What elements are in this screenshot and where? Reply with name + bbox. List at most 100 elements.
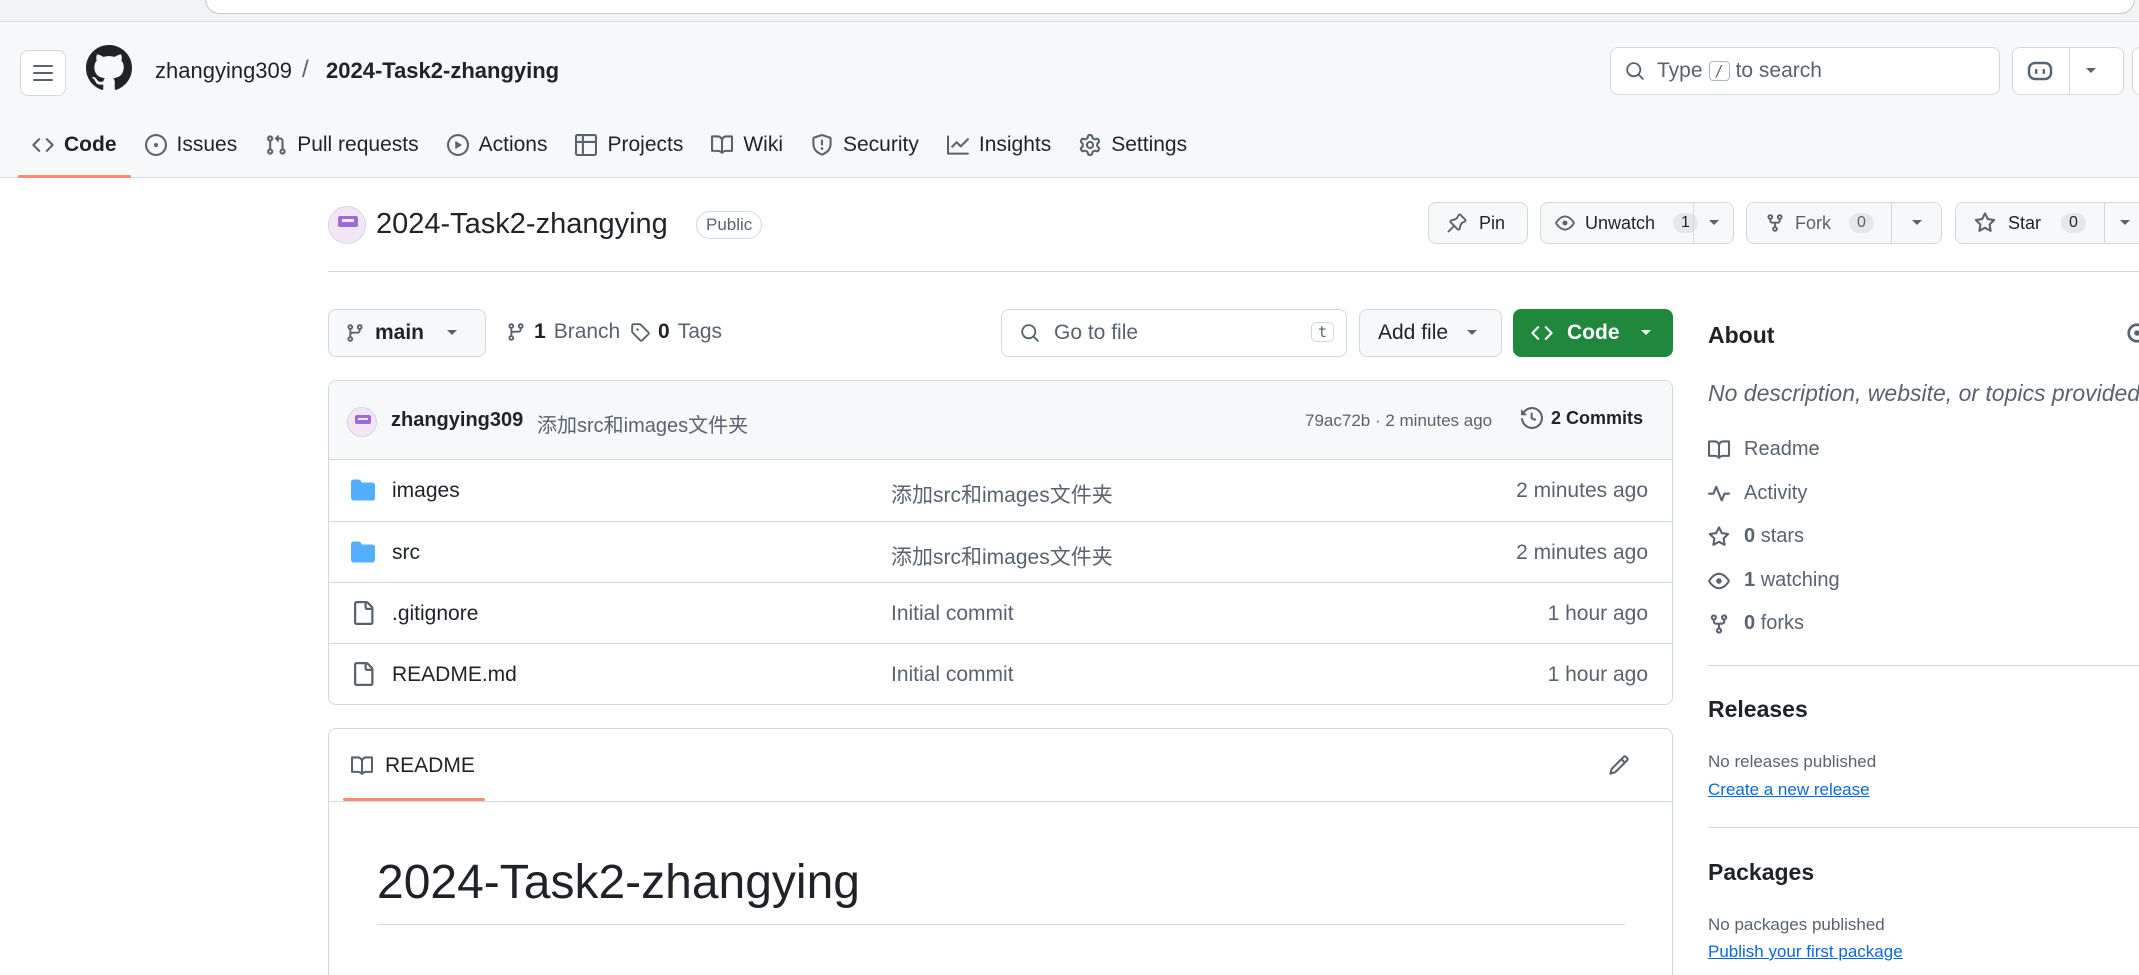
file-name[interactable]: .gitignore — [392, 602, 478, 626]
commit-message[interactable]: 添加src和images文件夹 — [537, 409, 748, 438]
file-row[interactable]: images 添加src和images文件夹 2 minutes ago — [329, 460, 1672, 521]
menu-button[interactable] — [20, 50, 66, 96]
tab-wiki[interactable]: Wiki — [697, 122, 797, 168]
tab-security[interactable]: Security — [797, 122, 933, 168]
branch-selector[interactable]: main — [328, 309, 486, 357]
repo-tabs: Code Issues Pull requests Actions Projec… — [18, 122, 1201, 178]
pin-icon — [1447, 213, 1467, 233]
go-to-file-input[interactable]: Go to file t — [1001, 309, 1347, 357]
tab-wiki-label: Wiki — [743, 133, 783, 156]
repo-title[interactable]: 2024-Task2-zhangying — [376, 208, 668, 241]
file-row[interactable]: .gitignore Initial commit 1 hour ago — [329, 582, 1672, 643]
readme-header-divider — [329, 801, 1672, 802]
chevron-down-icon — [1640, 330, 1651, 335]
file-commit-message[interactable]: 添加src和images文件夹 — [891, 541, 1113, 571]
file-name[interactable]: README.md — [392, 663, 517, 687]
search-input[interactable]: Type / to search — [1610, 47, 2000, 95]
readme-tab-label: README — [385, 754, 475, 777]
tab-projects[interactable]: Projects — [561, 122, 697, 168]
commit-hash-time[interactable]: 79ac72b · 2 minutes ago — [1305, 411, 1492, 431]
breadcrumb-owner[interactable]: zhangying309 — [155, 58, 292, 84]
branch-count: 1 — [534, 320, 546, 343]
tag-icon — [631, 323, 650, 342]
about-forks-label: forks — [1760, 612, 1805, 634]
file-name[interactable]: images — [392, 479, 460, 503]
fork-button[interactable]: Fork 0 — [1746, 202, 1942, 244]
code-button[interactable]: Code — [1513, 309, 1673, 357]
unwatch-button[interactable]: Unwatch 1 — [1540, 202, 1734, 244]
file-row[interactable]: README.md Initial commit 1 hour ago — [329, 643, 1672, 704]
readme-tab[interactable]: README — [351, 754, 475, 778]
chevron-down-icon — [1467, 330, 1478, 335]
pencil-icon[interactable] — [1608, 754, 1630, 776]
star-button[interactable]: Star 0 — [1955, 202, 2139, 244]
pin-button[interactable]: Pin — [1428, 202, 1528, 244]
copilot-icon — [2027, 61, 2053, 81]
tab-insights[interactable]: Insights — [933, 122, 1065, 168]
chevron-down-icon — [2086, 68, 2096, 73]
commit-author[interactable]: zhangying309 — [391, 409, 523, 432]
visibility-badge: Public — [696, 211, 763, 239]
header-overflow-button[interactable] — [2132, 47, 2139, 95]
tag-count-label: Tags — [677, 320, 723, 343]
packages-heading[interactable]: Packages — [1708, 859, 1814, 886]
about-readme-link[interactable]: Readme — [1708, 438, 1820, 461]
issue-opened-icon — [144, 134, 167, 156]
chevron-down-icon — [2119, 220, 2130, 225]
sidebar-divider — [1708, 665, 2139, 666]
folder-icon — [351, 541, 375, 563]
about-description: No description, website, or topics provi… — [1708, 380, 2139, 406]
search-shortcut-key: / — [1708, 61, 1730, 81]
commit-author-avatar[interactable] — [347, 407, 377, 437]
book-icon — [711, 135, 734, 154]
breadcrumb-repo[interactable]: 2024-Task2-zhangying — [326, 58, 559, 84]
about-forks-link[interactable]: 0 forks — [1708, 612, 1804, 635]
fork-dropdown[interactable] — [1891, 203, 1941, 243]
about-watching-link[interactable]: 1 watching — [1708, 569, 1840, 592]
tab-pull-requests[interactable]: Pull requests — [251, 122, 432, 168]
tab-settings-label: Settings — [1111, 133, 1188, 156]
graph-icon — [946, 135, 969, 155]
search-prefix: Type — [1657, 59, 1703, 82]
add-file-label: Add file — [1378, 321, 1449, 344]
star-dropdown[interactable] — [2104, 203, 2139, 243]
gear-icon[interactable] — [2126, 322, 2139, 344]
tab-issues-label: Issues — [176, 133, 238, 156]
play-icon — [446, 134, 469, 156]
code-icon — [32, 138, 54, 152]
github-logo-icon[interactable] — [86, 45, 132, 91]
about-activity-link[interactable]: Activity — [1708, 482, 1807, 505]
create-release-link[interactable]: Create a new release — [1708, 780, 1870, 800]
file-name[interactable]: src — [392, 541, 420, 565]
tags-link[interactable]: 0 Tags — [630, 320, 722, 344]
copilot-button[interactable] — [2012, 47, 2124, 95]
browser-address-bar[interactable] — [205, 0, 2135, 14]
releases-heading[interactable]: Releases — [1708, 696, 1808, 723]
search-icon — [1626, 62, 1644, 80]
about-stars-link[interactable]: 0 stars — [1708, 525, 1804, 548]
star-icon — [1708, 525, 1730, 546]
tab-settings[interactable]: Settings — [1065, 122, 1201, 168]
tab-code[interactable]: Code — [18, 122, 131, 178]
file-commit-message[interactable]: Initial commit — [891, 602, 1014, 626]
chevron-down-icon — [447, 330, 458, 335]
file-commit-message[interactable]: 添加src和images文件夹 — [891, 479, 1113, 509]
file-browser: zhangying309 添加src和images文件夹 79ac72b · 2… — [328, 380, 1673, 705]
tab-issues[interactable]: Issues — [131, 122, 252, 168]
tab-insights-label: Insights — [978, 133, 1052, 156]
packages-empty-text: No packages published — [1708, 915, 1885, 934]
branches-link[interactable]: 1 Branch — [506, 320, 620, 344]
about-heading: About — [1708, 322, 1775, 348]
watch-dropdown[interactable] — [1693, 203, 1733, 243]
readme-heading: 2024-Task2-zhangying — [377, 856, 860, 909]
commits-link[interactable]: 2 Commits — [1521, 407, 1643, 429]
file-commit-message[interactable]: Initial commit — [891, 663, 1014, 687]
latest-commit-bar: zhangying309 添加src和images文件夹 79ac72b · 2… — [329, 381, 1672, 460]
repo-forked-icon — [1767, 214, 1783, 232]
file-row[interactable]: src 添加src和images文件夹 2 minutes ago — [329, 521, 1672, 582]
add-file-button[interactable]: Add file — [1359, 309, 1502, 357]
repo-owner-avatar[interactable] — [328, 206, 366, 244]
tab-actions[interactable]: Actions — [433, 122, 562, 168]
publish-package-link[interactable]: Publish your first package — [1708, 942, 1903, 962]
about-stars-count: 0 — [1744, 525, 1756, 547]
